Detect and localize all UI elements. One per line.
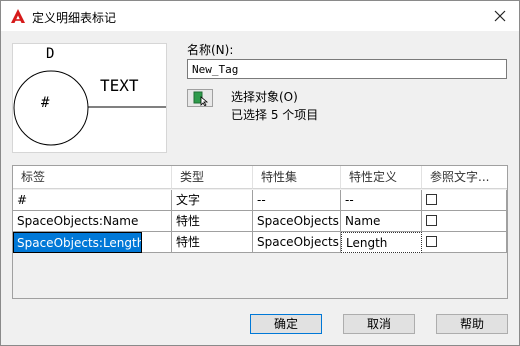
row-1-tag[interactable]: # <box>13 190 172 211</box>
help-button[interactable]: 帮助 <box>436 314 508 334</box>
name-label: 名称(N): <box>187 43 234 57</box>
row-1-property-definition: -- <box>341 190 422 211</box>
tag-preview-drawing: D # TEXT <box>13 46 166 146</box>
preview-tag-text: TEXT <box>100 76 139 95</box>
row-2-reference-checkbox[interactable] <box>426 215 437 226</box>
column-header-type[interactable]: 类型 <box>172 166 253 189</box>
select-objects-button[interactable] <box>187 89 213 107</box>
row-2-type: 特性 <box>172 211 253 232</box>
close-button[interactable] <box>487 5 513 27</box>
row-3-tag-spacer <box>142 232 172 253</box>
cancel-button[interactable]: 取消 <box>343 314 415 334</box>
row-3-property-definition[interactable]: Length <box>341 232 422 253</box>
select-objects-icon <box>193 91 209 107</box>
column-header-property-definition[interactable]: 特性定义 <box>341 166 422 189</box>
row-3-tag[interactable]: SpaceObjects:Length <box>13 232 142 253</box>
name-input[interactable] <box>187 59 507 79</box>
dialog-title: 定义明细表标记 <box>32 11 117 25</box>
row-2-reference-cell <box>422 211 507 232</box>
column-header-reference-text[interactable]: 参照文字... <box>422 166 507 189</box>
row-1-type: 文字 <box>172 190 253 211</box>
row-2-property-definition[interactable]: Name <box>341 211 422 232</box>
row-2-tag[interactable]: SpaceObjects:Name <box>13 211 172 232</box>
tag-preview: D # TEXT <box>12 43 167 153</box>
row-1-reference-checkbox[interactable] <box>426 194 437 205</box>
row-1-property-set: -- <box>253 190 341 211</box>
autocad-logo-icon <box>11 9 25 23</box>
row-1-reference-cell <box>422 190 507 211</box>
row-3-property-set: SpaceObjects <box>253 232 341 253</box>
select-objects-label: 选择对象(O) <box>231 90 298 104</box>
preview-top-letter: D <box>46 46 54 62</box>
row-3-type: 特性 <box>172 232 253 253</box>
selected-count-text: 已选择 5 个项目 <box>231 108 319 122</box>
column-header-property-set[interactable]: 特性集 <box>253 166 341 189</box>
preview-tag-circle <box>13 70 89 146</box>
column-header-tag[interactable]: 标签 <box>13 166 172 189</box>
ok-button[interactable]: 确定 <box>250 314 322 334</box>
close-icon <box>494 10 506 22</box>
title-bar: 定义明细表标记 <box>1 1 519 31</box>
row-2-property-set: SpaceObjects <box>253 211 341 232</box>
row-3-reference-checkbox[interactable] <box>426 236 437 247</box>
property-table: 标签 类型 特性集 特性定义 参照文字... # 文字 -- -- SpaceO… <box>12 165 508 299</box>
dialog-window: 定义明细表标记 D # TEXT 名称(N): 选择对象(O) 已选择 5 个项… <box>0 0 520 346</box>
preview-tag-symbol: # <box>41 95 50 111</box>
row-3-reference-cell <box>422 232 507 253</box>
